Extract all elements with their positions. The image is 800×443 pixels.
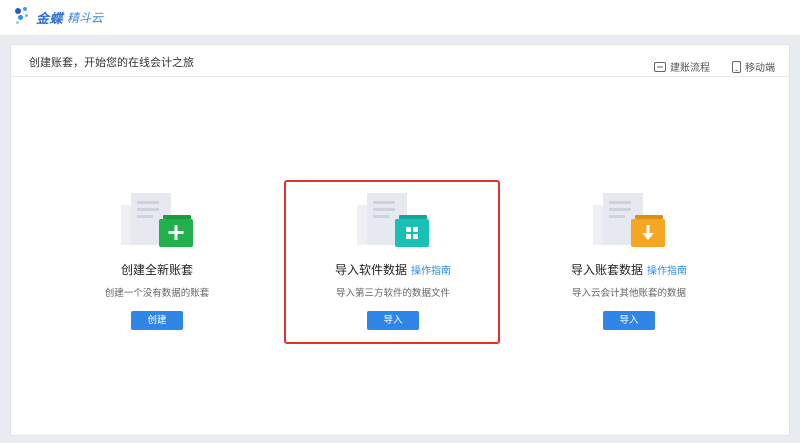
import-account-illustration bbox=[591, 191, 667, 251]
option-title: 导入账套数据 操作指南 bbox=[509, 261, 749, 278]
page-title: 创建账套，开始您的在线会计之旅 bbox=[29, 56, 194, 69]
logo[interactable]: 金蝶 精斗云 bbox=[14, 7, 103, 27]
logo-dots-icon bbox=[14, 7, 32, 27]
option-description: 创建一个没有数据的账套 bbox=[104, 288, 210, 299]
highlight-box bbox=[284, 180, 500, 344]
create-button[interactable]: 创建 bbox=[131, 311, 183, 330]
product-name: 精斗云 bbox=[67, 10, 104, 25]
option-title-text: 创建全新账套 bbox=[120, 263, 193, 277]
brand-name: 金蝶 bbox=[36, 11, 64, 27]
option-create-new: 创建全新账套 创建一个没有数据的账套 创建 bbox=[37, 191, 277, 330]
option-import-account: 导入账套数据 操作指南 导入云会计其他账套的数据 导入 bbox=[509, 191, 749, 330]
import-account-button[interactable]: 导入 bbox=[603, 311, 655, 330]
setup-flow-label: 建账流程 bbox=[670, 63, 710, 74]
option-description: 导入云会计其他账套的数据 bbox=[571, 288, 686, 299]
flow-chart-icon bbox=[654, 61, 666, 72]
card-header: 创建账套，开始您的在线会计之旅 建账流程 移动端 bbox=[11, 45, 789, 77]
mobile-link[interactable]: 移动端 bbox=[732, 59, 775, 74]
mobile-label: 移动端 bbox=[745, 63, 775, 74]
top-bar: 金蝶 精斗云 bbox=[0, 0, 800, 36]
document-stack-icon bbox=[121, 193, 193, 247]
new-account-illustration bbox=[119, 191, 195, 251]
document-stack-icon bbox=[593, 193, 665, 247]
mobile-icon bbox=[732, 60, 741, 73]
operation-guide-link[interactable]: 操作指南 bbox=[647, 266, 687, 277]
header-links: 建账流程 移动端 bbox=[632, 59, 775, 74]
option-title: 创建全新账套 bbox=[37, 261, 277, 278]
setup-flow-link[interactable]: 建账流程 bbox=[654, 59, 710, 74]
option-title-text: 导入账套数据 bbox=[570, 263, 643, 277]
